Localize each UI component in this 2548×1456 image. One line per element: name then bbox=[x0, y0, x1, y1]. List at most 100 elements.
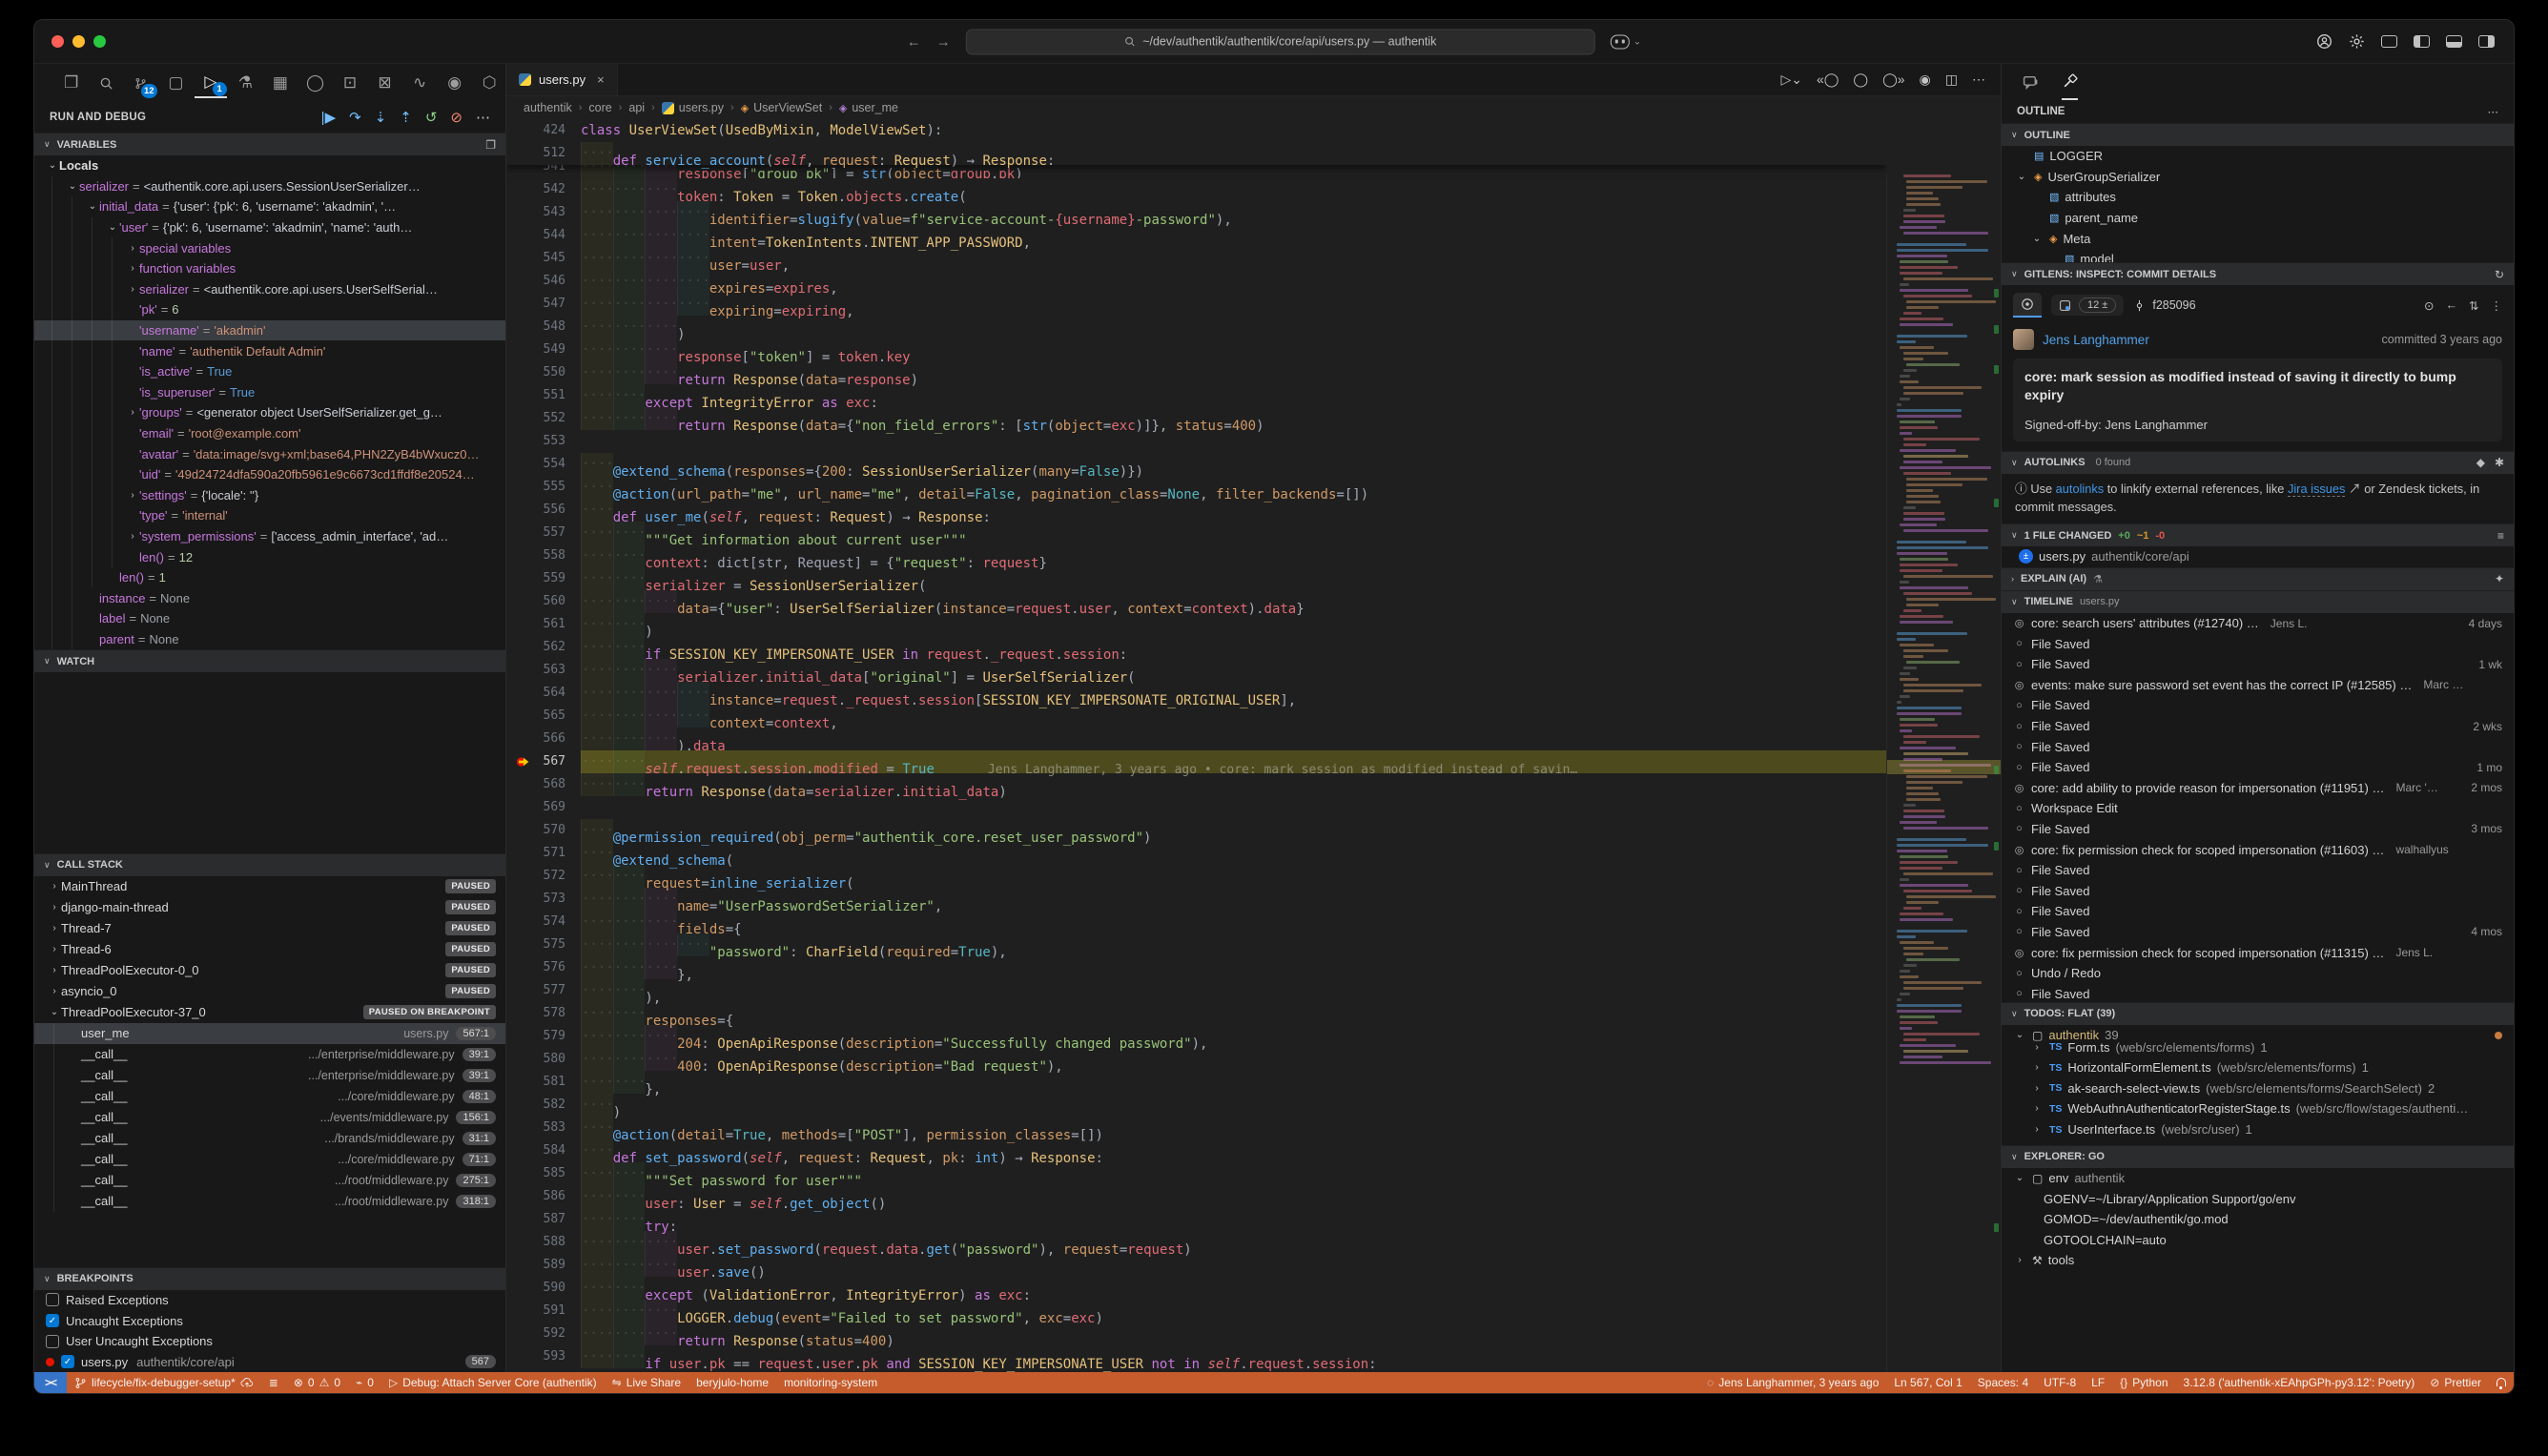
timeline-item[interactable]: ○Undo / Redo bbox=[2002, 963, 2514, 984]
variable-row[interactable]: 'is_active'=True bbox=[34, 361, 505, 382]
outline-item[interactable]: ⌄◈Meta bbox=[2002, 228, 2514, 249]
outline-section-header[interactable]: ∨OUTLINE bbox=[2002, 123, 2514, 146]
code-line[interactable]: 592············return Response(status=40… bbox=[506, 1323, 1886, 1345]
code-line[interactable]: 590········except (ValidationError, Inte… bbox=[506, 1277, 1886, 1300]
code-line[interactable]: 512····def service_account(self, request… bbox=[506, 142, 1886, 165]
statusbar-beryjulo-home[interactable]: beryjulo-home bbox=[688, 1372, 776, 1393]
variable-row[interactable]: ›serializer=<authentik.core.api.users.Us… bbox=[34, 279, 505, 300]
explorer-go-row[interactable]: ⌄▢envauthentik bbox=[2002, 1168, 2514, 1189]
gitlens-wip-tab[interactable]: 12 ± bbox=[2051, 295, 2124, 316]
line-gutter[interactable]: 545 bbox=[506, 247, 581, 270]
statusbar-indentation[interactable]: Spaces: 4 bbox=[1970, 1372, 2036, 1393]
timeline-item[interactable]: ○File Saved2 wks bbox=[2002, 716, 2514, 737]
line-gutter[interactable]: 577 bbox=[506, 979, 581, 1002]
debug-step-out-button[interactable]: ⇡ bbox=[400, 109, 412, 126]
timeline-item[interactable]: ○File Saved1 mo bbox=[2002, 757, 2514, 778]
timeline-item[interactable]: ○File Saved bbox=[2002, 860, 2514, 881]
pin-icon[interactable]: ⊙ bbox=[2424, 298, 2434, 313]
activity-run-circle-icon[interactable]: ◉ bbox=[439, 68, 471, 98]
line-gutter[interactable]: 569 bbox=[506, 796, 581, 819]
activity-github-icon[interactable]: ◯ bbox=[299, 68, 332, 98]
callstack-thread-row[interactable]: ›django-main-threadPAUSED bbox=[34, 897, 505, 918]
code-line[interactable]: 588············user.set_password(request… bbox=[506, 1231, 1886, 1254]
line-gutter[interactable]: 424 bbox=[506, 119, 581, 142]
history-back-button[interactable]: ← bbox=[907, 33, 921, 50]
breakpoint-row[interactable]: Raised Exceptions bbox=[34, 1290, 505, 1311]
changed-file-row[interactable]: ± users.py authentik/core/api bbox=[2002, 546, 2514, 567]
variable-row[interactable]: ⌄initial_data={'user': {'pk': 6, 'userna… bbox=[34, 196, 505, 217]
breakpoint-checkbox[interactable]: ✓ bbox=[61, 1355, 74, 1368]
timeline-item[interactable]: ○Workspace Edit bbox=[2002, 798, 2514, 819]
breadcrumb-item[interactable]: users.py bbox=[662, 101, 724, 114]
timeline-item[interactable]: ○File Saved1 wk bbox=[2002, 654, 2514, 675]
minimize-window-button[interactable] bbox=[72, 35, 85, 48]
timeline-item[interactable]: ○File Saved bbox=[2002, 983, 2514, 1001]
activity-run-and-debug-icon[interactable]: ▷1 bbox=[195, 68, 227, 98]
statusbar-problems[interactable]: ⊗0⚠0 bbox=[286, 1372, 348, 1393]
statusbar-cursor-position[interactable]: Ln 567, Col 1 bbox=[1886, 1372, 1969, 1393]
code-line[interactable]: 573············name="UserPasswordSetSeri… bbox=[506, 888, 1886, 911]
activity-github-pull-requests-icon[interactable]: ⊡ bbox=[334, 68, 366, 98]
line-gutter[interactable]: 549 bbox=[506, 338, 581, 361]
command-center-search[interactable]: ~/dev/authentik/authentik/core/api/users… bbox=[966, 29, 1595, 54]
todo-file-row[interactable]: ›TSForm.ts(web/src/elements/forms)1 bbox=[2002, 1036, 2514, 1057]
callstack-thread-row[interactable]: ›Thread-7PAUSED bbox=[34, 918, 505, 939]
jira-issues-link[interactable]: Jira issues bbox=[2288, 482, 2345, 497]
editor-action-split-editor-icon[interactable]: ◫ bbox=[1945, 72, 1958, 88]
variable-row[interactable]: instance=None bbox=[34, 587, 505, 608]
line-gutter[interactable]: 561 bbox=[506, 613, 581, 636]
todo-file-row[interactable]: ›TSUserInterface.ts(web/src/user)1 bbox=[2002, 1119, 2514, 1140]
statusbar-formatter[interactable]: ⊘Prettier bbox=[2422, 1372, 2489, 1393]
timeline-item[interactable]: ◎events: make sure password set event ha… bbox=[2002, 675, 2514, 696]
autolinks-section-header[interactable]: ∨AUTOLINKS 0 found ◆✱ bbox=[2002, 451, 2514, 474]
code-line[interactable]: 558········context: dict[str, Request] =… bbox=[506, 544, 1886, 567]
settings-gear-icon[interactable] bbox=[2349, 33, 2365, 50]
variable-row[interactable]: parent=None bbox=[34, 629, 505, 650]
code-line[interactable]: 543················identifier=slugify(va… bbox=[506, 201, 1886, 224]
callstack-thread-row[interactable]: ›MainThreadPAUSED bbox=[34, 876, 505, 897]
todo-file-row[interactable]: ›TSHorizontalFormElement.ts(web/src/elem… bbox=[2002, 1057, 2514, 1078]
code-line[interactable]: 571····@extend_schema( bbox=[506, 842, 1886, 865]
line-gutter[interactable]: 593 bbox=[506, 1345, 581, 1368]
code-line[interactable]: 589············user.save() bbox=[506, 1254, 1886, 1277]
code-line[interactable]: 574············fields={ bbox=[506, 911, 1886, 933]
variable-row[interactable]: 'is_superuser'=True bbox=[34, 382, 505, 403]
variable-row[interactable]: ›special variables bbox=[34, 237, 505, 258]
line-gutter[interactable]: 581 bbox=[506, 1071, 581, 1094]
debug-step-over-button[interactable]: ↷ bbox=[349, 109, 361, 126]
debug-more-actions-button[interactable]: ⋯ bbox=[476, 109, 490, 126]
line-gutter[interactable]: 554 bbox=[506, 453, 581, 476]
activity-search-icon[interactable] bbox=[91, 68, 123, 98]
outline-item[interactable]: ▧model bbox=[2002, 249, 2514, 262]
activity-github-pull-requests-alt-icon[interactable]: ⊠ bbox=[369, 68, 401, 98]
editor-action-next-change-icon[interactable]: ◯» bbox=[1882, 72, 1904, 88]
statusbar-python-interpreter[interactable]: 3.12.8 ('authentik-xEAhpGPh-py3.12': Poe… bbox=[2176, 1372, 2423, 1393]
timeline-item[interactable]: ○File Saved4 mos bbox=[2002, 922, 2514, 943]
todos-section-header[interactable]: ∨TODOS: FLAT (39) bbox=[2002, 1002, 2514, 1025]
line-gutter[interactable]: 543 bbox=[506, 201, 581, 224]
line-gutter[interactable]: 541 bbox=[506, 165, 581, 178]
callstack-frame-row[interactable]: __call__.../root/middleware.py318:1 bbox=[34, 1191, 505, 1212]
timeline-section-header[interactable]: ∨TIMELINE users.py bbox=[2002, 590, 2514, 613]
breakpoints-section-header[interactable]: ∨BREAKPOINTS bbox=[34, 1267, 505, 1290]
activity-explorer-icon[interactable]: ❐ bbox=[55, 68, 88, 98]
line-gutter[interactable]: 591 bbox=[506, 1300, 581, 1323]
code-line[interactable]: 555····@action(url_path="me", url_name="… bbox=[506, 476, 1886, 499]
breadcrumb-item[interactable]: api bbox=[628, 101, 645, 114]
code-line[interactable]: 549············response["token"] = token… bbox=[506, 338, 1886, 361]
author-name[interactable]: Jens Langhammer bbox=[2043, 333, 2149, 347]
code-line[interactable]: 567········self.request.session.modified… bbox=[506, 750, 1886, 773]
variable-row[interactable]: ⌄'user'={'pk': 6, 'username': 'akadmin',… bbox=[34, 217, 505, 238]
callstack-frame-row[interactable]: __call__.../core/middleware.py71:1 bbox=[34, 1149, 505, 1170]
line-gutter[interactable]: 556 bbox=[506, 499, 581, 522]
breadcrumb-item[interactable]: ◈UserViewSet bbox=[741, 101, 823, 114]
autolinks-link[interactable]: autolinks bbox=[2056, 482, 2105, 496]
statusbar-debug-target[interactable]: ▷Debug: Attach Server Core (authentik) bbox=[381, 1372, 605, 1393]
line-gutter[interactable]: 590 bbox=[506, 1277, 581, 1300]
statusbar-git-branch[interactable]: lifecycle/fix-debugger-setup* bbox=[67, 1372, 261, 1393]
editor-action-debug-file-icon[interactable]: ◉ bbox=[1920, 72, 1931, 88]
breakpoint-row[interactable]: User Uncaught Exceptions bbox=[34, 1331, 505, 1352]
line-gutter[interactable]: 544 bbox=[506, 224, 581, 247]
breadcrumb-item[interactable]: core bbox=[588, 101, 611, 114]
code-line[interactable]: 579············204: OpenApiResponse(desc… bbox=[506, 1025, 1886, 1048]
